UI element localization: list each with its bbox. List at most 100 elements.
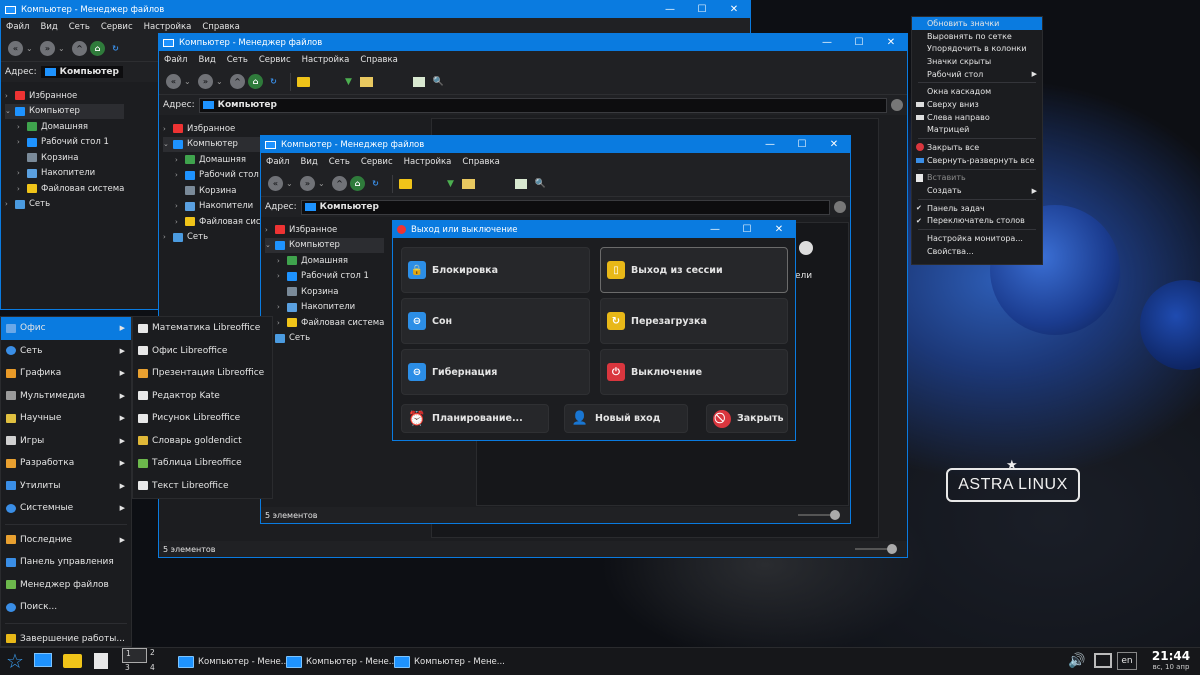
refresh-button[interactable]: ↻ — [266, 74, 281, 89]
title-bar[interactable]: Компьютер - Менеджер файлов — ☐ ✕ — [159, 34, 907, 51]
submenu-item[interactable]: Презентация Libreoffice — [133, 362, 272, 385]
taskbar-window-3[interactable]: Компьютер - Мене... — [394, 651, 505, 673]
tree-item-fs[interactable]: › Файловая система — [265, 315, 384, 331]
tree-item-trash[interactable]: Корзина — [163, 183, 271, 199]
ctx-arrange-columns[interactable]: Упорядочить в колонки — [912, 42, 1042, 55]
tree-item-favorites[interactable]: › Избранное — [163, 121, 271, 137]
ctx-close-all[interactable]: Закрыть все — [912, 141, 1042, 154]
minimize-button[interactable]: — — [811, 37, 843, 48]
logout-button[interactable]: ▯ Выход из сессии — [600, 247, 788, 293]
close-button[interactable]: ✕ — [763, 224, 795, 235]
menu-file[interactable]: Файл — [266, 157, 289, 167]
minimize-button[interactable]: — — [754, 139, 786, 150]
home-button[interactable]: ⌂ — [350, 176, 365, 191]
menu-item-network[interactable]: Сеть ▶ — [1, 340, 131, 363]
tree-item-network[interactable]: ›Сеть — [5, 197, 124, 213]
dialog-title-bar[interactable]: Выход или выключение — ☐ ✕ — [393, 221, 795, 238]
logout-dialog[interactable]: Выход или выключение — ☐ ✕ 🔒 Блокировка ▯ Вых… — [392, 220, 796, 441]
search-icon[interactable]: 🔍 — [433, 77, 444, 87]
start-button[interactable]: ☆ — [4, 650, 26, 672]
ctx-desktop-switcher[interactable]: ✔ Переключатель столов — [912, 215, 1042, 228]
menu-view[interactable]: Вид — [300, 157, 317, 167]
desktop-1[interactable]: 1 — [122, 648, 147, 663]
tree-item-desktop[interactable]: › Рабочий стол 1 — [5, 135, 124, 151]
tree-item-trash[interactable]: Корзина — [265, 284, 384, 300]
tree-item-home[interactable]: › Домашняя — [5, 119, 124, 135]
back-button[interactable]: « — [166, 74, 181, 89]
home-button[interactable]: ⌂ — [248, 74, 263, 89]
ctx-create[interactable]: Создать ▶ — [912, 184, 1042, 197]
taskbar-window-1[interactable]: Компьютер - Мене... — [178, 651, 289, 673]
address-field[interactable]: Компьютер — [300, 199, 830, 215]
menu-item-office[interactable]: Офис ▶ — [1, 317, 131, 340]
tree-item-network[interactable]: ›Сеть — [265, 331, 384, 347]
tree-item-favorites[interactable]: › Избранное — [5, 88, 124, 104]
tree-item-desktop[interactable]: › Рабочий стол — [163, 168, 271, 184]
maximize-button[interactable]: ☐ — [686, 4, 718, 15]
tree-item-drives[interactable]: › Накопители — [265, 300, 384, 316]
submenu-item[interactable]: Текст Libreoffice — [133, 475, 272, 498]
menu-service[interactable]: Сервис — [101, 22, 133, 32]
back-button[interactable]: « — [8, 41, 23, 56]
forward-button[interactable]: » — [300, 176, 315, 191]
menu-item-multimedia[interactable]: Мультимедиа ▶ — [1, 385, 131, 408]
menu-network[interactable]: Сеть — [329, 157, 350, 167]
submenu-item[interactable]: Рисунок Libreoffice — [133, 407, 272, 430]
up-button[interactable]: ^ — [230, 74, 245, 89]
submenu-item[interactable]: Офис Libreoffice — [133, 340, 272, 363]
hibernate-button[interactable]: ⊖ Гибернация — [401, 349, 590, 395]
menu-item-search[interactable]: Поиск... — [1, 596, 131, 619]
menu-settings[interactable]: Настройка — [302, 55, 350, 65]
tree-item-home[interactable]: › Домашняя — [265, 253, 384, 269]
tree-item-computer[interactable]: ⌄ Компьютер — [5, 103, 125, 119]
tree-item-drives[interactable]: › Накопители — [163, 199, 271, 215]
terminal-icon[interactable] — [412, 76, 425, 87]
lock-button[interactable]: 🔒 Блокировка — [401, 247, 590, 293]
menu-item-graphics[interactable]: Графика ▶ — [1, 362, 131, 385]
forward-button[interactable]: » — [198, 74, 213, 89]
filter-icon[interactable]: ▼ — [447, 179, 454, 189]
menu-help[interactable]: Справка — [202, 22, 239, 32]
chevron-down-icon[interactable]: ⌄ — [216, 77, 227, 86]
ctx-icons-hidden[interactable]: Значки скрыты — [912, 55, 1042, 68]
close-dialog-button[interactable]: ⃠Закрыть — [706, 404, 788, 433]
chevron-down-icon[interactable]: ⌄ — [286, 179, 297, 188]
menu-help[interactable]: Справка — [462, 157, 499, 167]
address-field[interactable]: Компьютер — [40, 66, 123, 78]
tree-item-fs[interactable]: › Файловая система — [5, 181, 124, 197]
tree-item-home[interactable]: › Домашняя — [163, 152, 271, 168]
close-button[interactable]: ✕ — [718, 4, 750, 15]
ctx-top-down[interactable]: Сверху вниз — [912, 98, 1042, 111]
minimize-button[interactable]: — — [699, 224, 731, 235]
sleep-button[interactable]: ⊖ Сон — [401, 298, 590, 344]
menu-item-system[interactable]: Системные ▶ — [1, 497, 131, 520]
new-folder-icon[interactable] — [399, 178, 412, 189]
submenu-item[interactable]: Редактор Kate — [133, 385, 272, 408]
menu-network[interactable]: Сеть — [227, 55, 248, 65]
menu-file[interactable]: Файл — [164, 55, 187, 65]
close-button[interactable]: ✕ — [818, 139, 850, 150]
desktop-switcher[interactable]: 1234 — [122, 648, 172, 675]
refresh-button[interactable]: ↻ — [108, 41, 123, 56]
view-icon[interactable] — [359, 76, 373, 87]
menu-item-development[interactable]: Разработка ▶ — [1, 452, 131, 475]
folder-launcher-icon[interactable] — [63, 654, 82, 668]
editor-launcher-icon[interactable] — [94, 653, 108, 669]
desktop-3[interactable]: 3 — [122, 663, 147, 675]
menu-item-file-manager[interactable]: Менеджер файлов — [1, 574, 131, 597]
close-button[interactable]: ✕ — [875, 37, 907, 48]
menu-item-control-panel[interactable]: Панель управления — [1, 551, 131, 574]
new-login-button[interactable]: 👤 Новый вход — [564, 404, 688, 433]
submenu-item[interactable]: Математика Libreoffice — [133, 317, 272, 340]
submenu-item[interactable]: Таблица Libreoffice — [133, 452, 272, 475]
menu-view[interactable]: Вид — [198, 55, 215, 65]
tree-item-desktop[interactable]: › Рабочий стол 1 — [265, 269, 384, 285]
schedule-button[interactable]: ⏰ Планирование... — [401, 404, 549, 433]
go-button[interactable] — [891, 99, 903, 111]
menu-item-recent[interactable]: Последние ▶ — [1, 529, 131, 552]
back-button[interactable]: « — [268, 176, 283, 191]
search-icon[interactable]: 🔍 — [535, 179, 546, 189]
ctx-refresh-icons[interactable]: Обновить значки — [912, 17, 1042, 30]
address-field[interactable]: Компьютер — [198, 97, 887, 113]
go-button[interactable] — [834, 201, 846, 213]
